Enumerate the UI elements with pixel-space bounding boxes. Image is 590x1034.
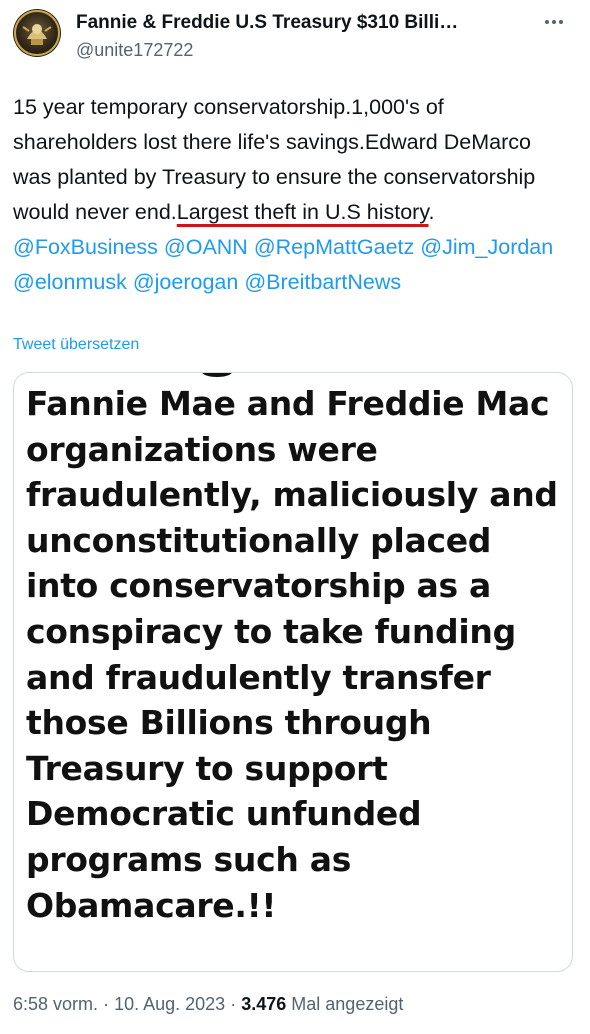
author-display-name[interactable]: Fannie & Freddie U.S Treasury $310 Billi… bbox=[76, 12, 516, 34]
meta-separator: · bbox=[230, 994, 237, 1014]
tweet-text-highlight: Largest theft in U.S history bbox=[176, 200, 429, 224]
more-horizontal-icon bbox=[559, 20, 563, 24]
meta-separator: · bbox=[103, 994, 110, 1014]
tweet-meta: 6:58 vorm. · 10. Aug. 2023 · 3.476 Mal a… bbox=[13, 994, 403, 1015]
avatar-emblem-icon bbox=[14, 10, 60, 56]
mention-link[interactable]: @OANN bbox=[164, 235, 248, 259]
tweet-text: 15 year temporary conservatorship.1,000'… bbox=[13, 90, 573, 300]
tweet-time[interactable]: 6:58 vorm. bbox=[13, 994, 98, 1014]
tweet-date[interactable]: 10. Aug. 2023 bbox=[114, 994, 225, 1014]
image-text: Fannie Mae and Freddie Mac organizations… bbox=[26, 384, 558, 925]
mention-link[interactable]: @RepMattGaetz bbox=[254, 235, 414, 259]
mention-link[interactable]: @BreitbartNews bbox=[244, 270, 401, 294]
translate-tweet-link[interactable]: Tweet übersetzen bbox=[13, 336, 139, 354]
author-handle[interactable]: @unite172722 bbox=[76, 40, 193, 61]
views-count: 3.476 bbox=[241, 994, 287, 1014]
mention-link[interactable]: @elonmusk bbox=[13, 270, 127, 294]
more-horizontal-icon bbox=[552, 20, 556, 24]
tweet-text-part: . bbox=[428, 200, 435, 224]
views-label: Mal angezeigt bbox=[291, 994, 404, 1014]
more-options-button[interactable] bbox=[538, 10, 570, 34]
mention-link[interactable]: @joerogan bbox=[133, 270, 239, 294]
mention-link[interactable]: @FoxBusiness bbox=[13, 235, 158, 259]
more-horizontal-icon bbox=[545, 20, 549, 24]
image-crop-mark bbox=[202, 373, 232, 377]
mention-link[interactable]: @Jim_Jordan bbox=[420, 235, 553, 259]
tweet-media-image[interactable]: Fannie Mae and Freddie Mac organizations… bbox=[13, 372, 573, 972]
avatar[interactable] bbox=[13, 9, 61, 57]
